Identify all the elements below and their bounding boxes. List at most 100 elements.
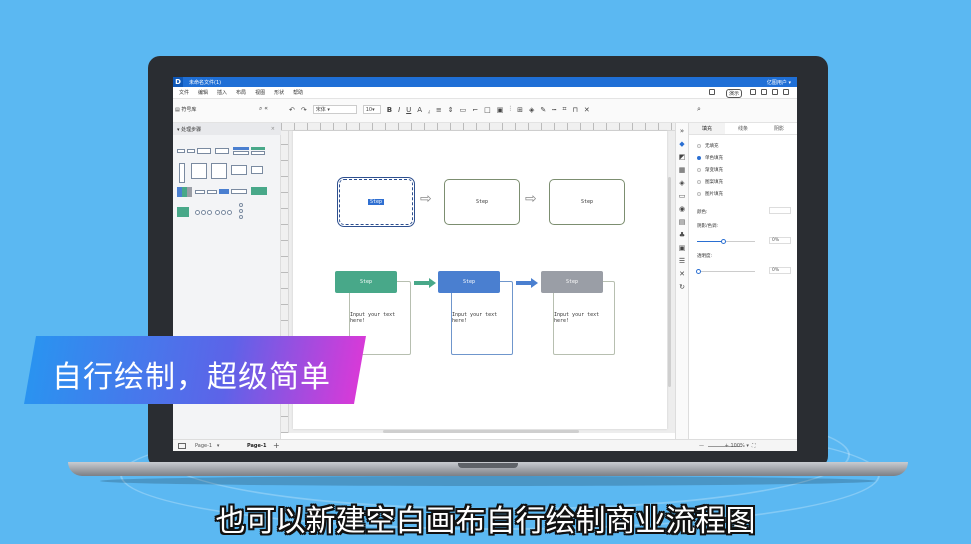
- add-page-button[interactable]: +: [273, 441, 280, 450]
- text-box-icon[interactable]: ▭: [460, 106, 467, 114]
- fill-option-none[interactable]: 无填充: [697, 143, 719, 149]
- search-icon[interactable]: ⌕: [259, 105, 262, 112]
- library-shape[interactable]: [233, 147, 249, 150]
- library-shape[interactable]: [215, 148, 229, 154]
- library-shape[interactable]: [197, 148, 211, 154]
- library-shape[interactable]: [251, 147, 265, 150]
- library-shape[interactable]: [227, 210, 232, 215]
- library-shape[interactable]: [221, 210, 226, 215]
- step-card-text[interactable]: Input your text here!: [554, 312, 614, 324]
- grid-icon[interactable]: ▦: [678, 167, 686, 174]
- horizontal-scrollbar[interactable]: [383, 430, 579, 433]
- menu-insert[interactable]: 插入: [217, 89, 227, 96]
- user-menu[interactable]: 亿图用户 ▾: [767, 79, 791, 86]
- list-icon[interactable]: ☰: [678, 258, 686, 265]
- step-header-grey[interactable]: Step: [541, 271, 603, 293]
- download-icon[interactable]: [761, 89, 767, 95]
- page-select[interactable]: Page-1 ▾: [195, 443, 219, 449]
- library-shape[interactable]: [233, 151, 249, 155]
- flow-step-text[interactable]: Step: [581, 199, 593, 205]
- font-size-select[interactable]: 10 ▾: [362, 105, 381, 114]
- radio-icon[interactable]: [697, 156, 701, 160]
- library-shape[interactable]: [195, 190, 205, 194]
- flow-step-text[interactable]: Step: [476, 199, 488, 205]
- hollow-arrow[interactable]: ⇨: [420, 191, 432, 207]
- align-objects-icon[interactable]: ⫶: [509, 105, 511, 114]
- step-header-text[interactable]: Step: [360, 279, 372, 285]
- library-shape[interactable]: [239, 203, 243, 207]
- flow-step-selected[interactable]: Step: [337, 177, 415, 227]
- hollow-arrow[interactable]: ⇨: [525, 191, 537, 207]
- flow-step[interactable]: Step: [549, 179, 625, 225]
- collapse-icon[interactable]: «: [264, 105, 268, 112]
- style-icon[interactable]: ◩: [678, 154, 686, 161]
- pages-icon[interactable]: [178, 443, 186, 449]
- library-shape[interactable]: [191, 163, 207, 179]
- menu-edit[interactable]: 编辑: [198, 89, 208, 96]
- library-shape[interactable]: [251, 166, 263, 174]
- step-header-blue[interactable]: Step: [438, 271, 500, 293]
- text-format-icon[interactable]: ⁁: [428, 106, 430, 114]
- library-shape[interactable]: [219, 189, 229, 194]
- transparency-value[interactable]: 0%: [769, 267, 791, 274]
- library-shape[interactable]: [211, 163, 227, 179]
- tools-icon[interactable]: ✕: [584, 106, 590, 114]
- page-tab[interactable]: Page-1: [247, 443, 266, 449]
- tab-fill[interactable]: 填充: [689, 123, 725, 134]
- library-shape[interactable]: [215, 210, 220, 215]
- library-shape[interactable]: [187, 149, 195, 153]
- fill-option-pattern[interactable]: 图案填充: [697, 179, 723, 185]
- font-select[interactable]: 宋体 ▾: [312, 105, 357, 114]
- spacing-icon[interactable]: ⇕: [448, 106, 454, 114]
- image-icon[interactable]: ▤: [678, 219, 686, 226]
- crop-icon[interactable]: ⌗: [562, 105, 566, 114]
- step-header-green[interactable]: Step: [335, 271, 397, 293]
- redo-icon[interactable]: ↷: [301, 106, 307, 114]
- distribute-icon[interactable]: ⊞: [517, 106, 523, 114]
- fill-icon[interactable]: ◆: [678, 141, 686, 148]
- shade-value[interactable]: 0%: [769, 237, 791, 244]
- flow-step-text[interactable]: Step: [367, 199, 385, 205]
- library-shape[interactable]: [177, 149, 185, 153]
- library-shape[interactable]: [195, 210, 200, 215]
- library-shape[interactable]: [201, 210, 206, 215]
- solid-arrow-blue[interactable]: [516, 278, 538, 288]
- library-shape[interactable]: [231, 189, 247, 194]
- fill-bucket-icon[interactable]: ◈: [529, 106, 534, 114]
- undo-icon[interactable]: ↶: [289, 106, 295, 114]
- print-icon[interactable]: [772, 89, 778, 95]
- font-color-icon[interactable]: A: [417, 106, 422, 114]
- history-icon[interactable]: ↻: [678, 284, 686, 291]
- publish-icon[interactable]: [708, 89, 715, 95]
- library-shape[interactable]: [251, 151, 265, 155]
- menu-view[interactable]: 视图: [255, 89, 265, 96]
- solid-arrow-green[interactable]: [414, 278, 436, 288]
- radio-icon[interactable]: [697, 144, 701, 148]
- shape-icon[interactable]: □: [484, 106, 491, 114]
- step-header-text[interactable]: Step: [463, 279, 475, 285]
- lock-icon[interactable]: ⊓: [572, 106, 577, 114]
- arrange-icon[interactable]: ▣: [497, 106, 504, 114]
- tree-icon[interactable]: ♣: [678, 232, 686, 239]
- step-card-text[interactable]: Input your text here!: [350, 312, 410, 324]
- flow-step[interactable]: Step: [444, 179, 520, 225]
- expand-icon[interactable]: »: [678, 128, 686, 135]
- step-header-text[interactable]: Step: [566, 279, 578, 285]
- share-icon[interactable]: [783, 89, 789, 95]
- radio-icon[interactable]: [697, 180, 701, 184]
- library-shape[interactable]: [177, 207, 189, 217]
- italic-icon[interactable]: I: [398, 106, 400, 114]
- library-shape[interactable]: [239, 209, 243, 213]
- attachment-icon[interactable]: ▣: [678, 245, 686, 252]
- fill-option-solid[interactable]: 单色填充: [697, 155, 723, 161]
- radio-icon[interactable]: [697, 168, 701, 172]
- menu-shape[interactable]: 形状: [274, 89, 284, 96]
- data-icon[interactable]: ◉: [678, 206, 686, 213]
- bold-icon[interactable]: B: [387, 106, 392, 114]
- align-icon[interactable]: ≡: [436, 106, 442, 114]
- color-picker[interactable]: [769, 207, 791, 214]
- page-icon[interactable]: ▭: [678, 193, 686, 200]
- library-shape[interactable]: [231, 165, 247, 175]
- present-button[interactable]: 演示: [725, 89, 742, 98]
- line-style-icon[interactable]: ┅: [552, 106, 556, 114]
